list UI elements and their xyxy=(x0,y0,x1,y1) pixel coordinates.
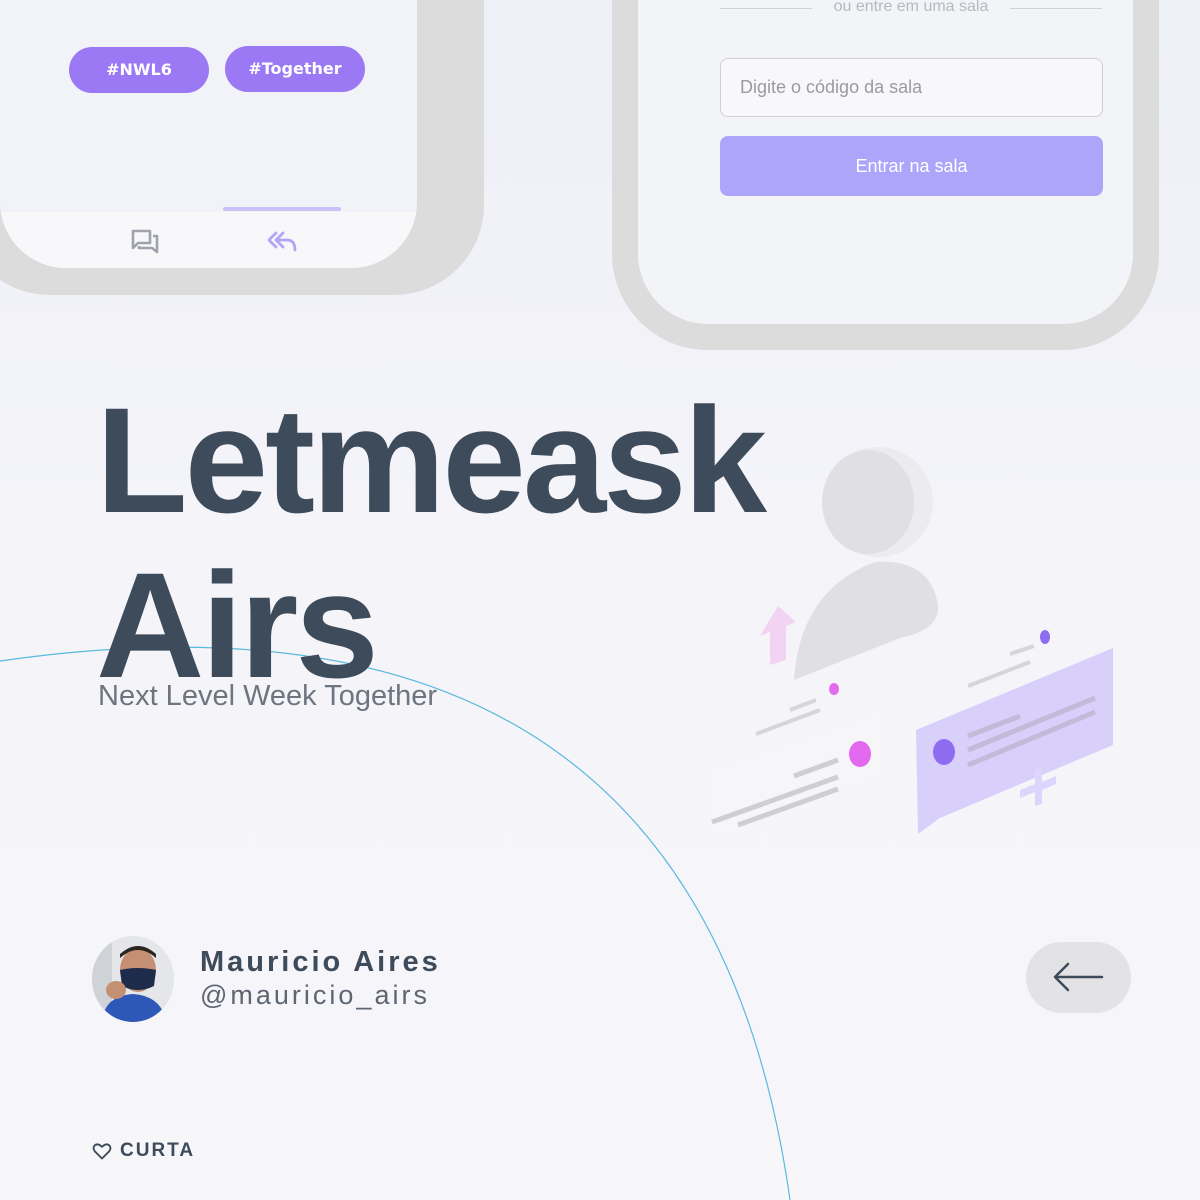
enter-room-button[interactable]: Entrar na sala xyxy=(720,136,1103,196)
isometric-questions-illustration xyxy=(710,447,1113,835)
room-code-input[interactable] xyxy=(720,58,1103,117)
like-label: CURTA xyxy=(120,1140,196,1161)
tag-together[interactable]: #Together xyxy=(225,46,365,92)
reply-all-icon[interactable] xyxy=(267,228,297,254)
left-phone-mockup: #NWL6 #Together xyxy=(0,0,484,295)
divider-text: ou entre em uma sala xyxy=(833,0,989,15)
active-tab-indicator xyxy=(223,207,341,211)
avatar xyxy=(92,936,174,1022)
bottom-tab-bar xyxy=(0,212,417,268)
back-button[interactable] xyxy=(1026,942,1131,1013)
page-title-line-2: Airs xyxy=(96,541,379,709)
divider-line-right xyxy=(1010,8,1102,9)
avatar-photo xyxy=(92,936,174,1022)
heart-icon xyxy=(92,1143,112,1160)
right-phone-mockup: ou entre em uma sala Entrar na sala xyxy=(612,0,1159,350)
left-phone-screen: #NWL6 #Together xyxy=(0,0,417,268)
arrow-left-icon xyxy=(1053,962,1104,992)
like-button[interactable]: CURTA xyxy=(92,1139,195,1163)
page-title-line-1: Letmeask xyxy=(96,376,767,544)
page-subtitle: Next Level Week Together xyxy=(98,680,438,712)
divider-line-left xyxy=(720,8,812,9)
author-handle[interactable]: @mauricio_airs xyxy=(200,980,430,1011)
chat-bubbles-icon[interactable] xyxy=(130,228,160,254)
right-phone-screen: ou entre em uma sala Entrar na sala xyxy=(638,0,1133,324)
tag-nwl6[interactable]: #NWL6 xyxy=(69,47,209,93)
author-name: Mauricio Aires xyxy=(200,946,441,978)
